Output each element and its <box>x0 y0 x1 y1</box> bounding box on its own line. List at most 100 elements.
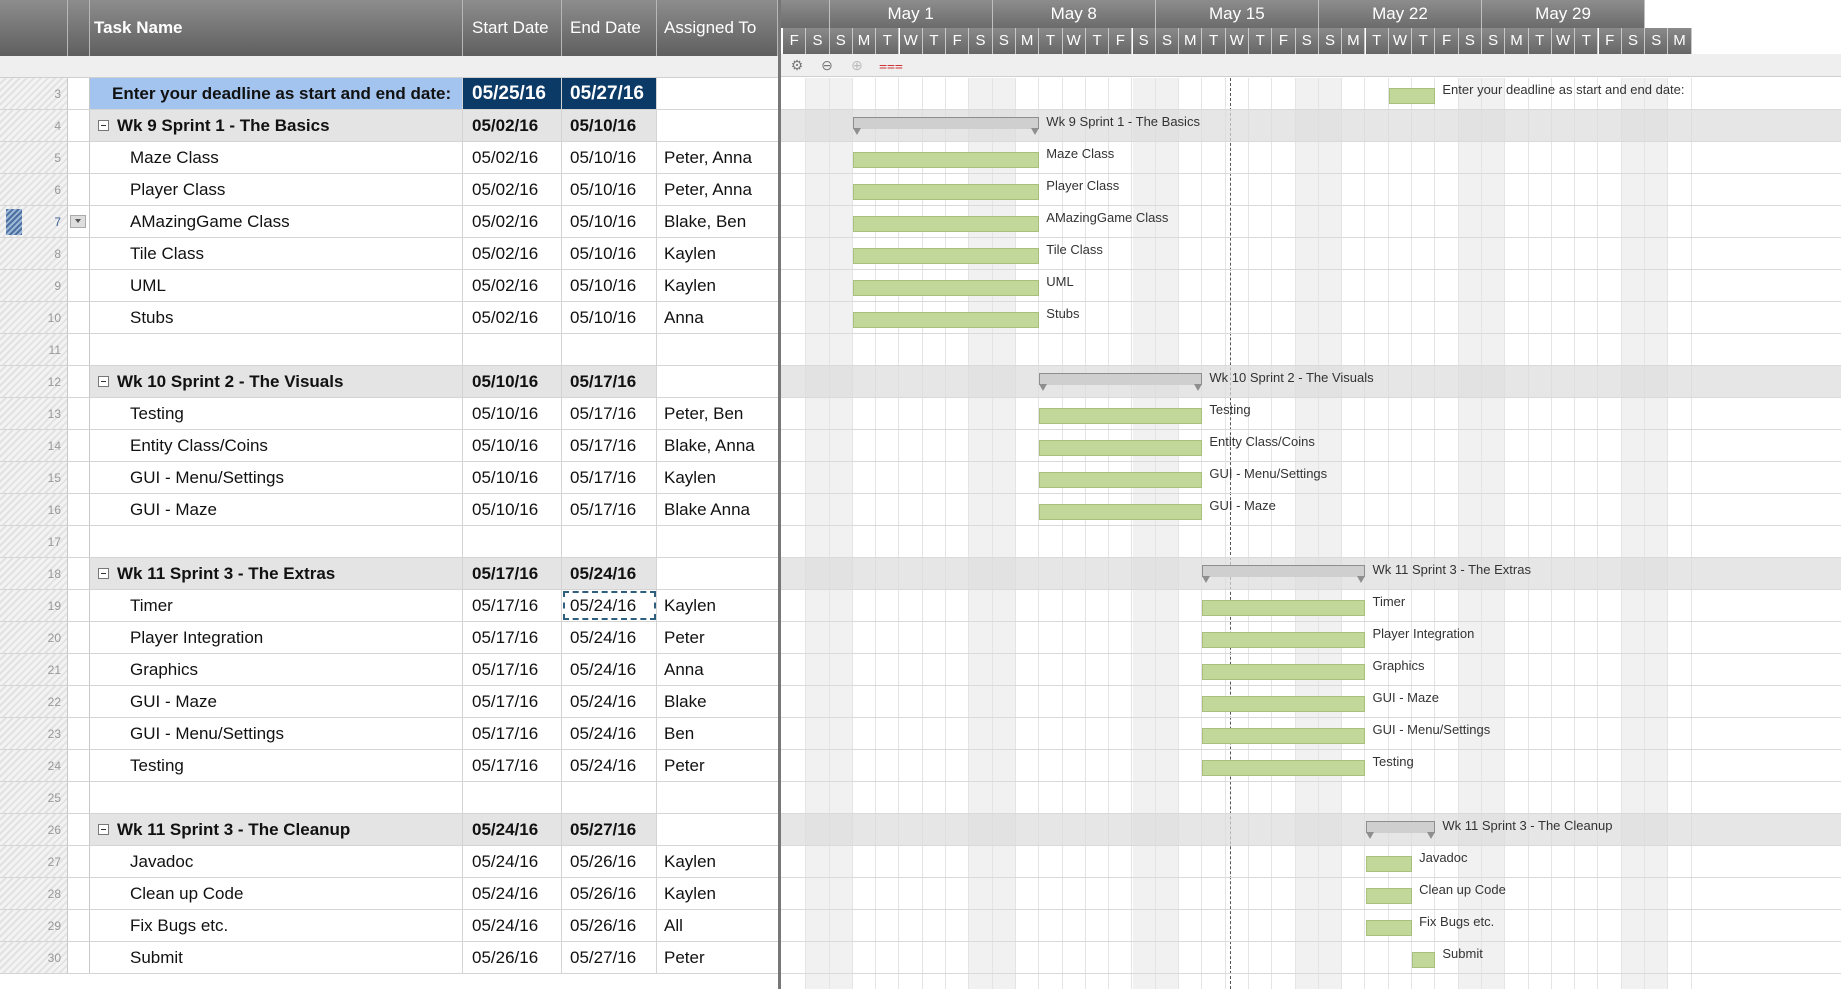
start-date-cell[interactable]: 05/17/16 <box>463 654 562 685</box>
task-bar[interactable] <box>1202 760 1366 776</box>
end-date-cell[interactable]: 05/10/16 <box>562 110 657 141</box>
column-header-start-date[interactable]: Start Date <box>463 0 562 56</box>
table-row[interactable]: 23 GUI - Menu/Settings 05/17/16 05/24/16 Ben <box>0 718 778 750</box>
collapse-toggle-icon[interactable] <box>98 376 109 387</box>
end-date-cell[interactable] <box>562 782 657 813</box>
start-date-cell[interactable]: 05/02/16 <box>463 270 562 301</box>
task-name-cell[interactable]: Wk 10 Sprint 2 - The Visuals <box>90 366 463 397</box>
end-date-cell[interactable]: 05/27/16 <box>562 942 657 973</box>
task-bar[interactable] <box>852 184 1040 200</box>
row-number[interactable]: 5 <box>0 142 68 173</box>
table-row[interactable]: 28 Clean up Code 05/24/16 05/26/16 Kaylen <box>0 878 778 910</box>
assigned-to-cell[interactable]: Anna <box>657 654 778 685</box>
table-row[interactable]: 26 Wk 11 Sprint 3 - The Cleanup 05/24/16 05… <box>0 814 778 846</box>
assigned-to-cell[interactable]: Blake, Anna <box>657 430 778 461</box>
row-number[interactable]: 27 <box>0 846 68 877</box>
table-row[interactable]: 14 Entity Class/Coins 05/10/16 05/17/16 Blak… <box>0 430 778 462</box>
table-row[interactable]: 19 Timer 05/17/16 05/24/16 Kaylen <box>0 590 778 622</box>
row-number[interactable]: 26 <box>0 814 68 845</box>
task-bar[interactable] <box>1365 888 1413 904</box>
assigned-to-cell[interactable]: Blake <box>657 686 778 717</box>
task-name-cell[interactable]: Player Class <box>90 174 463 205</box>
task-bar[interactable] <box>1412 952 1436 968</box>
end-date-cell[interactable]: 05/17/16 <box>562 462 657 493</box>
end-date-cell[interactable]: 05/10/16 <box>562 142 657 173</box>
table-row[interactable]: 12 Wk 10 Sprint 2 - The Visuals 05/10/16 05… <box>0 366 778 398</box>
assigned-to-cell[interactable] <box>657 782 778 813</box>
zoom-out-icon[interactable]: ⊖ <box>819 57 835 73</box>
start-date-cell[interactable]: 05/02/16 <box>463 142 562 173</box>
assigned-to-cell[interactable]: Peter <box>657 750 778 781</box>
row-number[interactable]: 4 <box>0 110 68 141</box>
end-date-cell[interactable]: 05/24/16 <box>562 558 657 589</box>
task-bar[interactable] <box>852 312 1040 328</box>
row-number[interactable]: 10 <box>0 302 68 333</box>
task-name-cell[interactable]: Wk 9 Sprint 1 - The Basics <box>90 110 463 141</box>
task-bar[interactable] <box>1388 88 1436 104</box>
end-date-cell[interactable]: 05/26/16 <box>562 846 657 877</box>
task-bar[interactable] <box>1202 728 1366 744</box>
start-date-cell[interactable]: 05/17/16 <box>463 558 562 589</box>
assigned-to-cell[interactable]: Peter <box>657 942 778 973</box>
end-date-cell[interactable]: 05/10/16 <box>562 206 657 237</box>
table-row[interactable]: 18 Wk 11 Sprint 3 - The Extras 05/17/16 05/… <box>0 558 778 590</box>
row-number[interactable]: 23 <box>0 718 68 749</box>
task-bar[interactable] <box>1039 472 1203 488</box>
table-row[interactable]: 11 <box>0 334 778 366</box>
row-number[interactable]: 14 <box>0 430 68 461</box>
row-number[interactable]: 22 <box>0 686 68 717</box>
start-date-cell[interactable]: 05/10/16 <box>463 494 562 525</box>
end-date-cell[interactable]: 05/26/16 <box>562 910 657 941</box>
row-number[interactable]: 9 <box>0 270 68 301</box>
task-name-cell[interactable]: GUI - Menu/Settings <box>90 718 463 749</box>
start-date-cell[interactable]: 05/17/16 <box>463 590 562 621</box>
collapse-toggle-icon[interactable] <box>98 824 109 835</box>
start-date-cell[interactable]: 05/26/16 <box>463 942 562 973</box>
summary-bar[interactable] <box>1365 821 1436 839</box>
row-number[interactable]: 8 <box>0 238 68 269</box>
end-date-cell[interactable]: 05/10/16 <box>562 270 657 301</box>
table-row[interactable]: 25 <box>0 782 778 814</box>
table-row[interactable]: 13 Testing 05/10/16 05/17/16 Peter, Ben <box>0 398 778 430</box>
row-number[interactable]: 15 <box>0 462 68 493</box>
task-name-cell[interactable]: Graphics <box>90 654 463 685</box>
table-row[interactable]: 8 Tile Class 05/02/16 05/10/16 Kaylen <box>0 238 778 270</box>
start-date-cell[interactable]: 05/17/16 <box>463 750 562 781</box>
end-date-cell[interactable]: 05/24/16 <box>562 718 657 749</box>
start-date-cell[interactable]: 05/10/16 <box>463 430 562 461</box>
task-name-cell[interactable]: AMazingGame Class <box>90 206 463 237</box>
summary-bar[interactable] <box>1039 373 1203 391</box>
assigned-to-cell[interactable] <box>657 334 778 365</box>
assigned-to-cell[interactable]: Ben <box>657 718 778 749</box>
task-name-cell[interactable]: Enter your deadline as start and end dat… <box>90 78 463 109</box>
task-bar[interactable] <box>1039 504 1203 520</box>
end-date-cell[interactable]: 05/17/16 <box>562 398 657 429</box>
table-row[interactable]: 30 Submit 05/26/16 05/27/16 Peter <box>0 942 778 974</box>
start-date-cell[interactable] <box>463 782 562 813</box>
row-number[interactable]: 18 <box>0 558 68 589</box>
row-number[interactable]: 17 <box>0 526 68 557</box>
assigned-to-cell[interactable]: Peter, Anna <box>657 174 778 205</box>
start-date-cell[interactable]: 05/10/16 <box>463 398 562 429</box>
assigned-to-cell[interactable]: Anna <box>657 302 778 333</box>
column-header-task-name[interactable]: Task Name <box>90 0 463 56</box>
assigned-to-cell[interactable] <box>657 814 778 845</box>
task-name-cell[interactable] <box>90 334 463 365</box>
summary-bar[interactable] <box>1202 565 1366 583</box>
row-number[interactable]: 12 <box>0 366 68 397</box>
start-date-cell[interactable] <box>463 334 562 365</box>
start-date-cell[interactable]: 05/17/16 <box>463 686 562 717</box>
table-row[interactable]: 15 GUI - Menu/Settings 05/10/16 05/17/16 Kay… <box>0 462 778 494</box>
zoom-in-icon[interactable]: ⊕ <box>849 57 865 73</box>
table-row[interactable]: 29 Fix Bugs etc. 05/24/16 05/26/16 All <box>0 910 778 942</box>
row-number[interactable]: 25 <box>0 782 68 813</box>
end-date-cell[interactable]: 05/10/16 <box>562 174 657 205</box>
assigned-to-cell[interactable]: Kaylen <box>657 590 778 621</box>
start-date-cell[interactable]: 05/02/16 <box>463 206 562 237</box>
task-name-cell[interactable]: Stubs <box>90 302 463 333</box>
table-row[interactable]: 21 Graphics 05/17/16 05/24/16 Anna <box>0 654 778 686</box>
task-name-cell[interactable]: GUI - Menu/Settings <box>90 462 463 493</box>
task-bar[interactable] <box>1202 664 1366 680</box>
row-number[interactable]: 19 <box>0 590 68 621</box>
start-date-cell[interactable]: 05/02/16 <box>463 174 562 205</box>
